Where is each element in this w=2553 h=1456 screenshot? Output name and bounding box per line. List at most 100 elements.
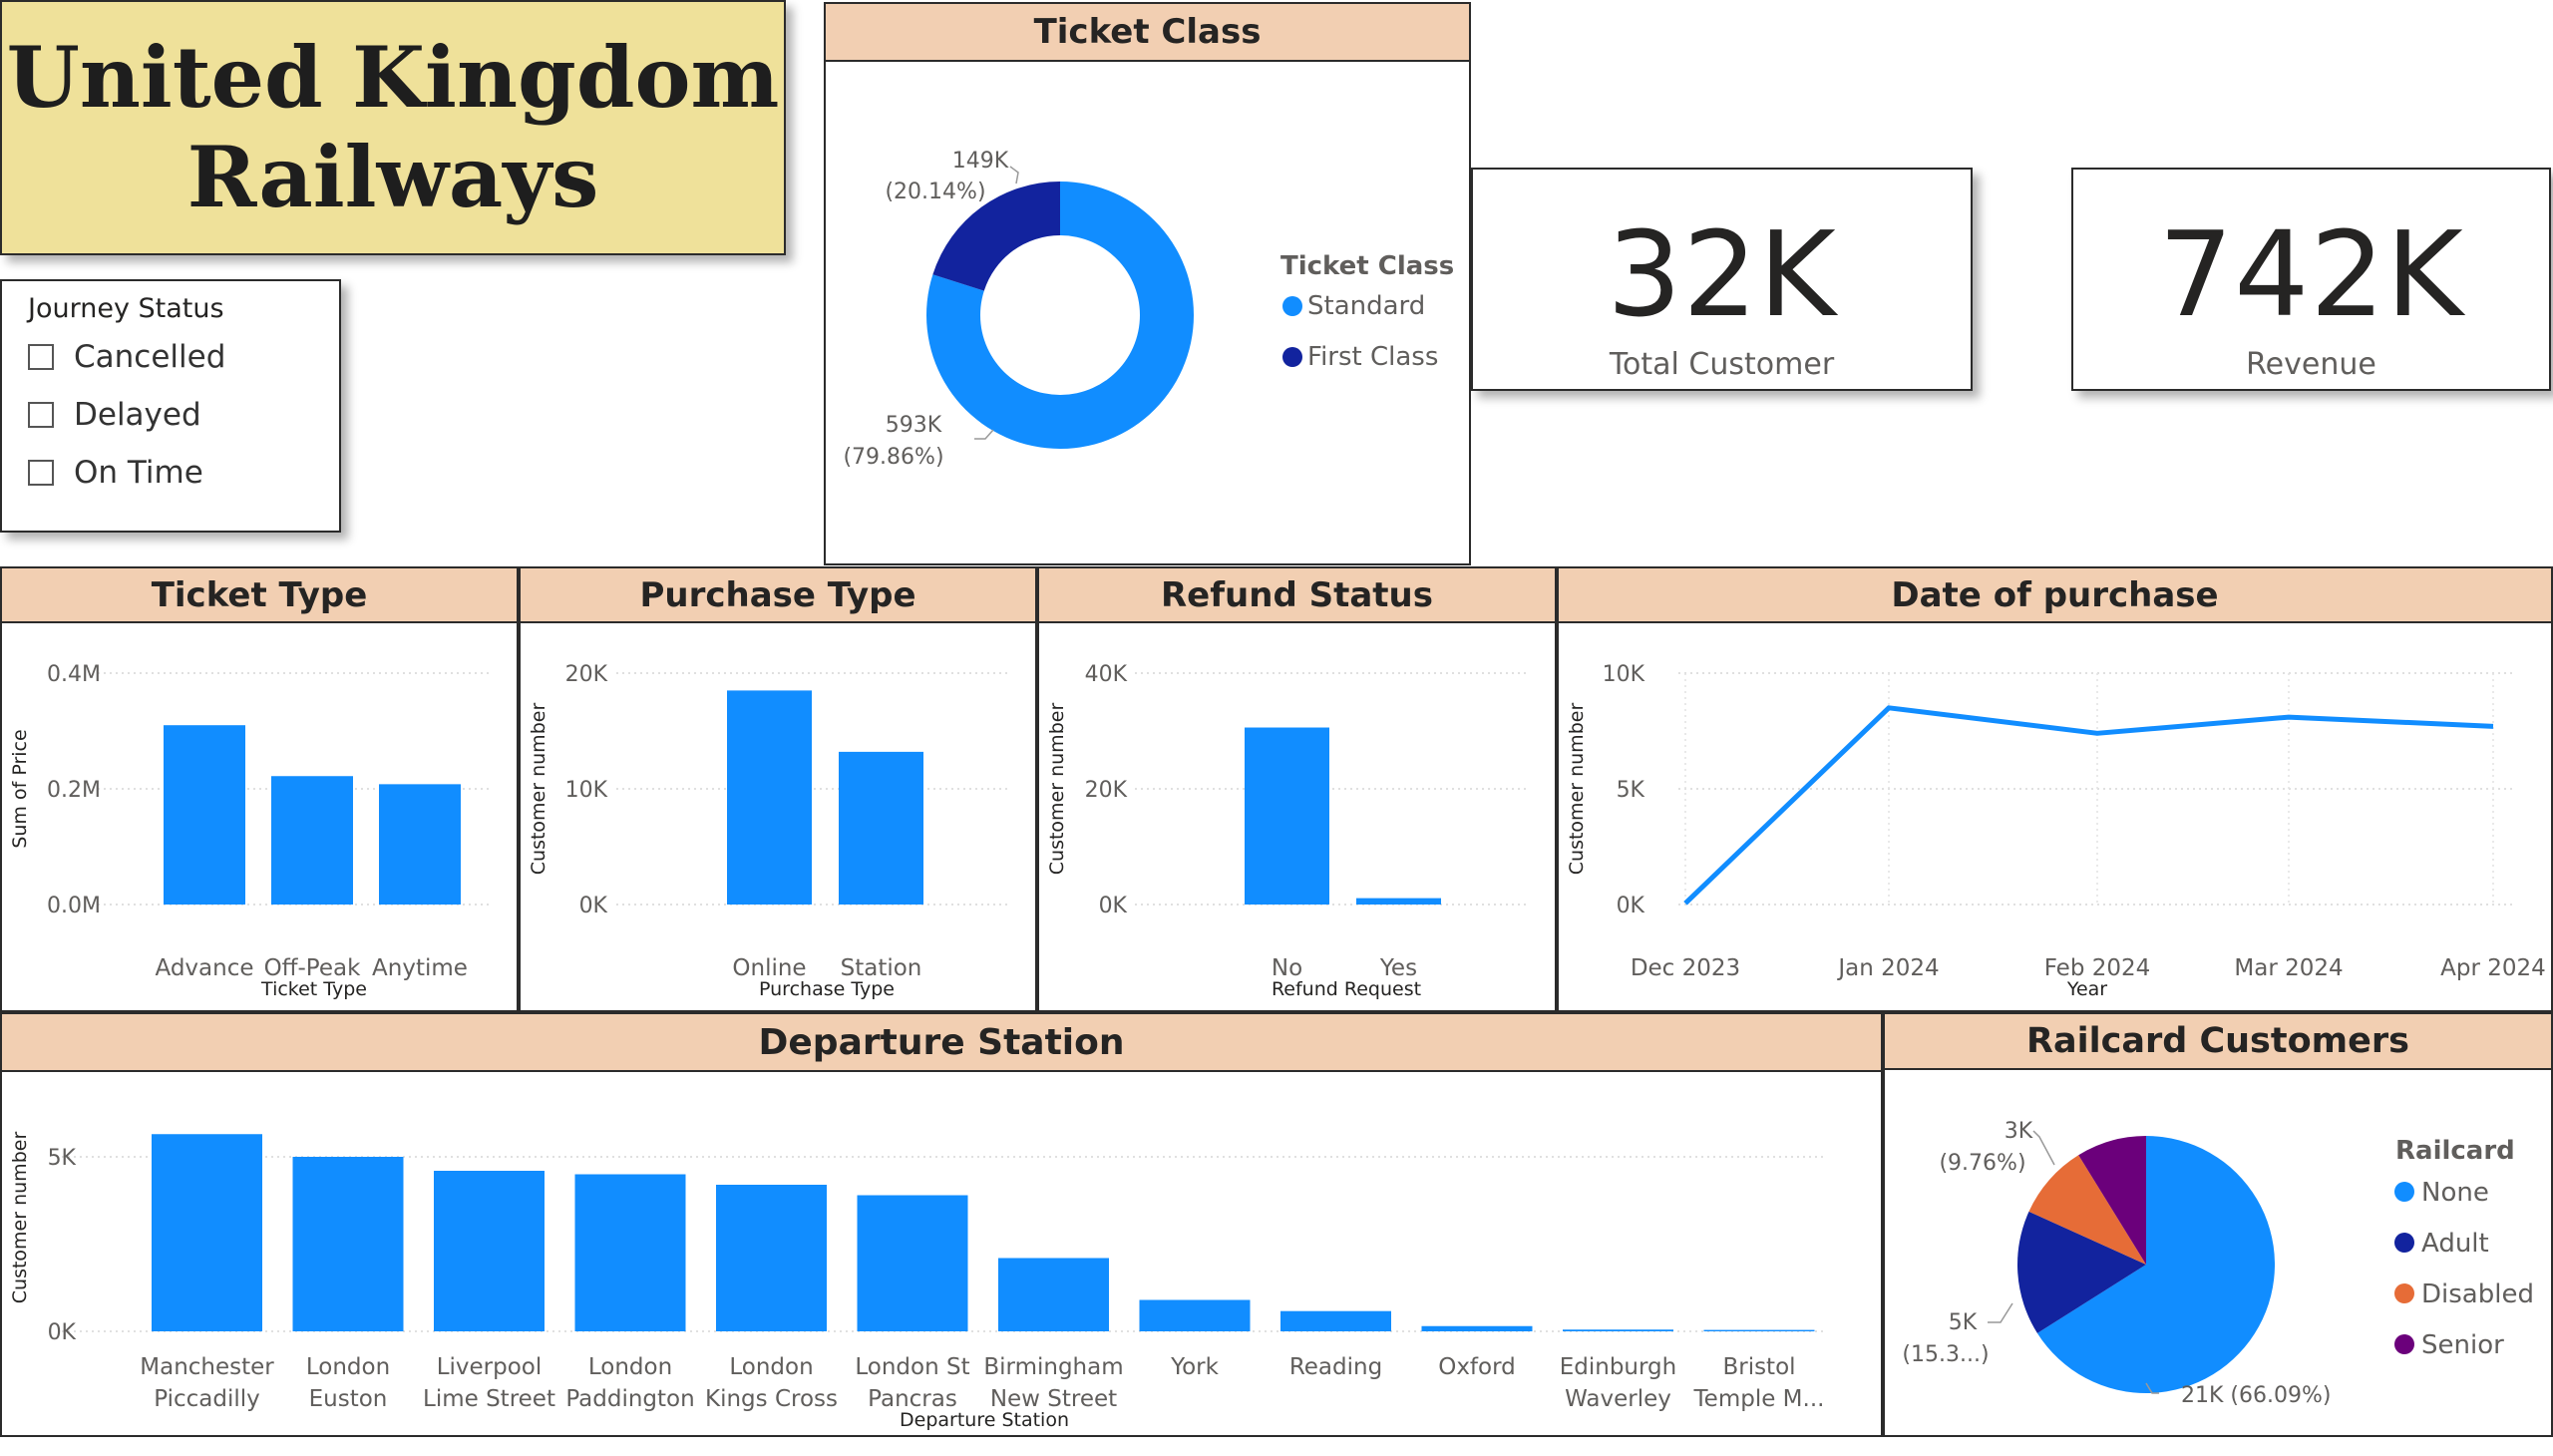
bar-london-euston	[292, 1157, 404, 1331]
bar-bristol-temple-m	[1703, 1329, 1815, 1331]
y-tick-label: 10K	[1603, 662, 1645, 687]
data-label-none: 21K (66.09%)	[2181, 1383, 2331, 1408]
y-tick-label: 20K	[1085, 778, 1128, 803]
legend-label-none[interactable]: None	[2421, 1178, 2489, 1208]
bar-edinburgh-waverley	[1563, 1329, 1673, 1331]
leader-line	[2032, 1130, 2055, 1166]
bar-reading	[1280, 1310, 1391, 1331]
y-tick-label: 0.0M	[47, 894, 101, 918]
date-of-purchase-header: Date of purchase	[1559, 568, 2551, 623]
x-tick-label: London	[588, 1354, 672, 1380]
slicer-option-delayed[interactable]: Delayed	[28, 397, 201, 433]
legend-marker-none	[2394, 1182, 2414, 1202]
slicer-option-cancelled[interactable]: Cancelled	[28, 339, 225, 375]
checkbox-icon[interactable]	[28, 344, 54, 370]
bar-no	[1245, 727, 1329, 905]
x-tick-label: Jan 2024	[1836, 955, 1939, 981]
legend-label-senior[interactable]: Senior	[2421, 1330, 2504, 1360]
y-axis-title: Customer number	[1046, 703, 1068, 876]
x-tick-label: Feb 2024	[2044, 955, 2151, 981]
bar-york	[1139, 1299, 1251, 1331]
total-customer-label: Total Customer	[1609, 347, 1835, 382]
bar-online	[727, 690, 812, 905]
ticket-class-header: Ticket Class	[826, 4, 1469, 62]
legend-marker-senior	[2394, 1334, 2414, 1354]
x-tick-label: Yes	[1379, 955, 1417, 981]
total-customer-card: 32K Total Customer	[1471, 168, 1973, 391]
data-label-value: 149K	[952, 149, 1009, 174]
y-tick-label: 5K	[1617, 778, 1645, 803]
legend-marker-adult	[2394, 1233, 2414, 1253]
x-axis-title: Departure Station	[900, 1409, 1069, 1431]
railcard-customers-visual[interactable]: Railcard Customers 3K (9.76%) 5K (15.3..…	[1883, 1012, 2553, 1437]
x-tick-label: Station	[841, 955, 922, 981]
x-tick-label: Kings Cross	[705, 1386, 838, 1412]
legend-label-disabled[interactable]: Disabled	[2421, 1279, 2534, 1309]
bar-birmingham-new-street	[998, 1258, 1109, 1331]
purchase-type-bar-chart: 0K 10K 20K Customer number Purchase TypeOnli…	[528, 662, 1009, 1000]
x-axis-title: Ticket Type	[260, 978, 367, 1000]
purchase-type-visual[interactable]: Purchase Type 0K 10K 20K Customer number Pur…	[519, 566, 1037, 1012]
dashboard-title-line-2: Railways	[186, 128, 599, 226]
slicer-option-label: On Time	[74, 455, 203, 491]
ticket-type-bar-chart: 0.0M 0.2M 0.4M Sum of Price Ticket Type Advan…	[9, 662, 491, 1000]
journey-status-slicer: Journey Status Cancelled Delayed On Time	[0, 279, 341, 533]
revenue-label: Revenue	[2246, 347, 2376, 382]
x-tick-label: Reading	[1289, 1354, 1382, 1380]
refund-status-header: Refund Status	[1039, 568, 1555, 623]
data-label-percent: (20.14%)	[885, 180, 985, 204]
ticket-type-header: Ticket Type	[2, 568, 517, 623]
legend-marker-first-class	[1282, 347, 1302, 367]
y-tick-label: 10K	[565, 778, 608, 803]
x-tick-label: Dec 2023	[1631, 955, 1740, 981]
bar-off-peak	[271, 776, 353, 905]
x-tick-label: New Street	[990, 1386, 1117, 1412]
refund-status-visual[interactable]: Refund Status 0K 20K 40K Customer number Ref…	[1037, 566, 1557, 1012]
x-tick-label: Bristol	[1722, 1354, 1795, 1380]
y-axis-title: Sum of Price	[9, 729, 31, 848]
legend-title: Ticket Class	[1280, 251, 1454, 281]
data-label-value: 3K	[2005, 1119, 2033, 1144]
ticket-type-visual[interactable]: Ticket Type 0.0M 0.2M 0.4M Sum of Price Tick…	[0, 566, 519, 1012]
bar-manchester-piccadilly	[152, 1134, 262, 1331]
departure-station-visual[interactable]: Departure Station 0K 5K Customer number Dep…	[0, 1012, 1883, 1437]
data-label-value: 5K	[1949, 1310, 1978, 1335]
bar-advance	[164, 725, 245, 905]
legend-label-standard[interactable]: Standard	[1307, 291, 1425, 321]
legend-label-adult[interactable]: Adult	[2421, 1229, 2489, 1259]
ticket-class-visual[interactable]: Ticket Class 149K (20.14%) 593K (79.86%)…	[824, 2, 1471, 565]
data-label-percent: (9.76%)	[1939, 1151, 2025, 1176]
x-tick-label: No	[1272, 955, 1302, 981]
revenue-value: 742K	[2158, 205, 2464, 343]
x-tick-label: Off-Peak	[264, 955, 362, 981]
refund-status-bar-chart: 0K 20K 40K Customer number Refund RequestNo Y…	[1046, 662, 1528, 1000]
departure-station-header: Departure Station	[2, 1014, 1881, 1072]
revenue-card: 742K Revenue	[2071, 168, 2551, 391]
bar-yes	[1356, 898, 1441, 905]
x-tick-label: Piccadilly	[154, 1386, 260, 1412]
legend-label-first-class[interactable]: First Class	[1307, 342, 1438, 372]
x-tick-label: London	[729, 1354, 813, 1380]
y-tick-label: 20K	[565, 662, 608, 687]
slicer-option-on-time[interactable]: On Time	[28, 455, 203, 491]
x-tick-label: Liverpool	[437, 1354, 543, 1380]
dashboard-title-card: United Kingdom Railways	[0, 0, 786, 255]
data-label-value: 593K	[886, 413, 942, 438]
checkbox-icon[interactable]	[28, 402, 54, 428]
railcard-pie-chart: 3K (9.76%) 5K (15.3...) 21K (66.09%) Rai…	[1902, 1119, 2534, 1408]
railcard-customers-header: Railcard Customers	[1885, 1014, 2551, 1070]
bar-london-paddington	[574, 1174, 686, 1331]
checkbox-icon[interactable]	[28, 460, 54, 486]
dashboard-title-line-1: United Kingdom	[6, 28, 780, 127]
date-of-purchase-visual[interactable]: Date of purchase 0K 5K 10K Customer number Y…	[1557, 566, 2553, 1012]
legend-marker-standard	[1282, 296, 1302, 316]
leader-line	[1009, 166, 1019, 184]
x-tick-label: Pancras	[868, 1386, 957, 1412]
y-tick-label: 0K	[48, 1320, 77, 1345]
bar-station	[839, 751, 923, 905]
total-customer-value: 32K	[1607, 205, 1837, 343]
data-label-percent: (79.86%)	[843, 445, 943, 470]
y-tick-label: 5K	[48, 1146, 77, 1171]
bar-london-st-pancras	[857, 1195, 968, 1331]
x-tick-label: Euston	[309, 1386, 388, 1412]
